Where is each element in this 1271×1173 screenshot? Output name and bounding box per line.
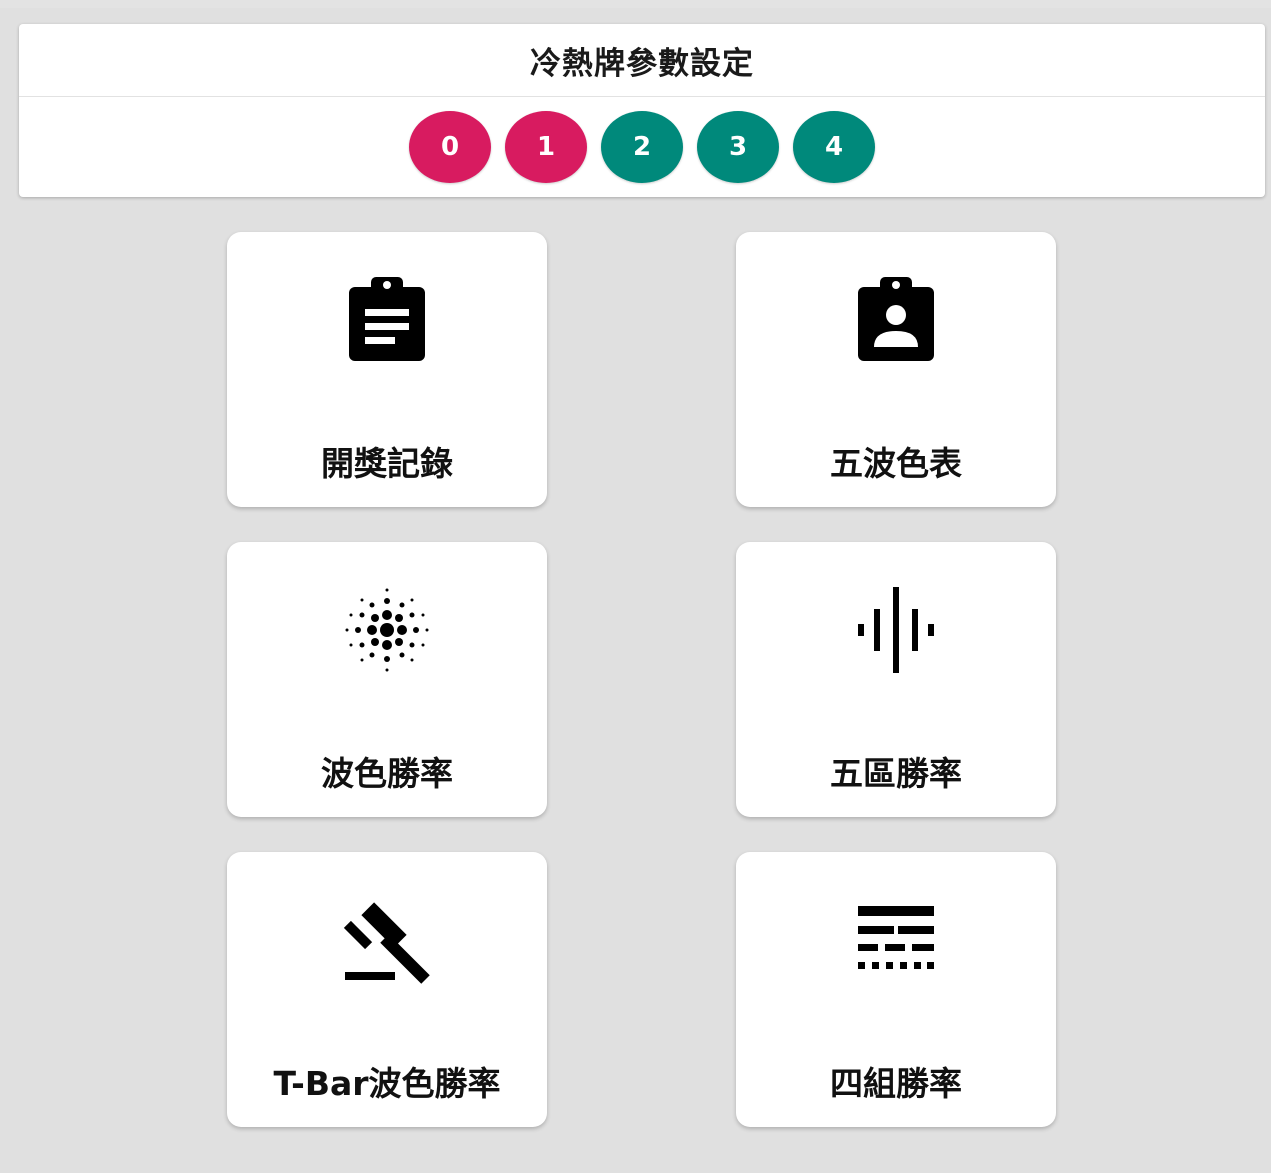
ball-button-2[interactable]: 2 (601, 111, 683, 183)
clipboard-account-icon (736, 270, 1056, 370)
tile-wave-color-winrate[interactable]: 波色勝率 (227, 542, 547, 817)
ball-button-3[interactable]: 3 (697, 111, 779, 183)
tile-label: T-Bar波色勝率 (273, 1064, 501, 1103)
tile-draw-records[interactable]: 開獎記錄 (227, 232, 547, 507)
tile-label: 波色勝率 (321, 754, 453, 793)
tile-label: 五波色表 (830, 444, 962, 483)
tile-label: 五區勝率 (830, 754, 962, 793)
line-style-icon (736, 890, 1056, 990)
ball-button-4[interactable]: 4 (793, 111, 875, 183)
settings-header-card: 冷熱牌參數設定 0 1 2 3 4 (19, 24, 1265, 197)
page-title: 冷熱牌參數設定 (530, 46, 754, 82)
tile-five-zone-winrate[interactable]: 五區勝率 (736, 542, 1056, 817)
dotted-grain-icon (227, 580, 547, 680)
tile-label: 開獎記錄 (321, 444, 453, 483)
tile-tbar-wave-color-winrate[interactable]: T-Bar波色勝率 (227, 852, 547, 1127)
tile-label: 四組勝率 (830, 1064, 962, 1103)
clipboard-list-icon (227, 270, 547, 370)
gavel-icon (227, 890, 547, 990)
ball-selector: 0 1 2 3 4 (19, 97, 1265, 183)
ball-button-1[interactable]: 1 (505, 111, 587, 183)
tile-wave-color-table[interactable]: 五波色表 (736, 232, 1056, 507)
tile-four-group-winrate[interactable]: 四組勝率 (736, 852, 1056, 1127)
top-strip (0, 0, 1271, 8)
graphic-eq-icon (736, 580, 1056, 680)
ball-button-0[interactable]: 0 (409, 111, 491, 183)
